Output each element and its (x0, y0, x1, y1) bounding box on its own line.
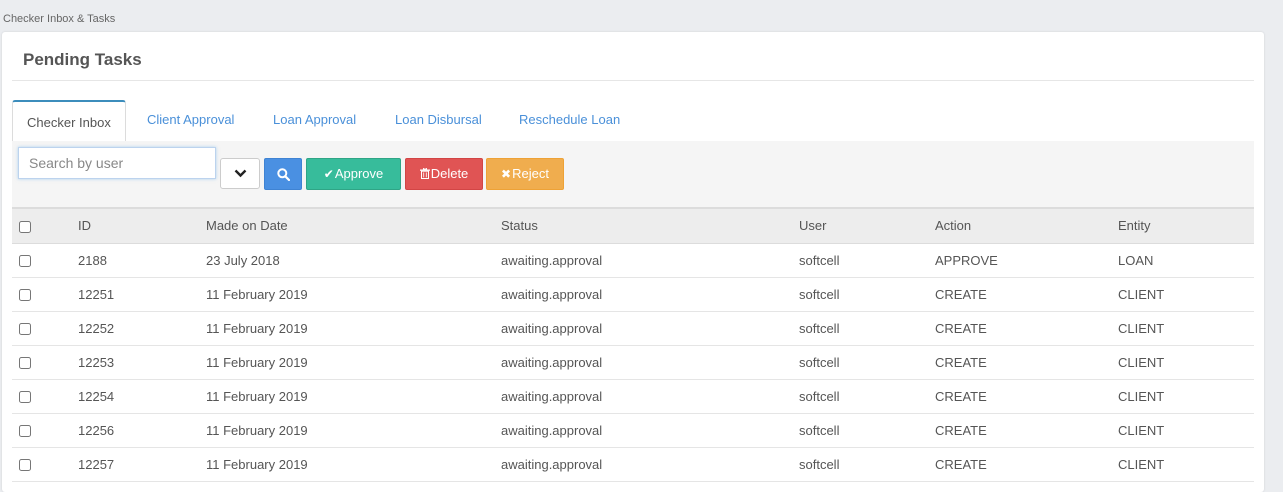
check-icon: ✔ (323, 167, 334, 181)
cell-entity: CLIENT (1118, 388, 1165, 404)
cell-status: awaiting.approval (501, 456, 603, 472)
cell-status: awaiting.approval (501, 422, 603, 438)
row-select-cell (12, 243, 78, 277)
row-checkbox[interactable] (19, 255, 31, 268)
cell-status: awaiting.approval (501, 320, 603, 336)
row-checkbox[interactable] (19, 459, 31, 472)
title-divider (12, 80, 1254, 81)
column-header-user: User (799, 207, 935, 244)
approve-button-label: Approve (334, 166, 384, 181)
cell-made-on-date: 11 February 2019 (206, 456, 308, 472)
filter-dropdown-button[interactable] (220, 158, 260, 189)
reject-button[interactable]: ✖Reject (486, 158, 564, 190)
cell-action: APPROVE (935, 252, 998, 268)
cell-action: CREATE (935, 354, 987, 370)
table-row[interactable]: 12257 11 February 2019 awaiting.approval so… (12, 447, 1254, 481)
cell-status: awaiting.approval (501, 354, 603, 370)
cell-action: CREATE (935, 320, 987, 336)
tab-client-approval[interactable]: Client Approval (147, 100, 234, 141)
tab-loan-disbursal[interactable]: Loan Disbursal (395, 100, 482, 141)
cell-id: 12253 (78, 354, 115, 370)
tasks-table: ID Made on Date Status User Action Entit… (12, 207, 1254, 482)
close-icon: ✖ (501, 167, 512, 181)
search-icon (277, 168, 290, 181)
delete-button[interactable]: Delete (405, 158, 483, 190)
cell-entity: CLIENT (1118, 422, 1165, 438)
cell-user: softcell (799, 252, 840, 268)
cell-entity: CLIENT (1118, 320, 1165, 336)
row-checkbox[interactable] (19, 391, 31, 404)
tab-checker-inbox[interactable]: Checker Inbox (12, 100, 126, 143)
cell-made-on-date: 11 February 2019 (206, 286, 308, 302)
cell-user: softcell (799, 456, 840, 472)
column-header-entity: Entity (1118, 207, 1254, 244)
tab-reschedule-loan[interactable]: Reschedule Loan (519, 100, 620, 141)
table-row[interactable]: 12253 11 February 2019 awaiting.approval so… (12, 345, 1254, 379)
cell-status: awaiting.approval (501, 286, 603, 302)
cell-user: softcell (799, 422, 840, 438)
row-checkbox[interactable] (19, 289, 31, 302)
cell-action: CREATE (935, 388, 987, 404)
cell-entity: LOAN (1118, 252, 1154, 268)
cell-user: softcell (799, 320, 840, 336)
row-select-cell (12, 345, 78, 379)
breadcrumb: Checker Inbox & Tasks (3, 13, 116, 25)
cell-id: 12257 (78, 456, 115, 472)
cell-action: CREATE (935, 456, 987, 472)
column-header-status: Status (501, 207, 799, 244)
table-row[interactable]: 12254 11 February 2019 awaiting.approval so… (12, 379, 1254, 413)
cell-id: 12251 (78, 286, 115, 302)
cell-made-on-date: 11 February 2019 (206, 422, 308, 438)
cell-entity: CLIENT (1118, 286, 1165, 302)
table-row[interactable]: 12256 11 February 2019 awaiting.approval so… (12, 413, 1254, 447)
cell-made-on-date: 11 February 2019 (206, 320, 308, 336)
cell-id: 2188 (78, 252, 107, 268)
trash-icon (419, 159, 430, 189)
column-header-id: ID (78, 207, 206, 244)
cell-made-on-date: 11 February 2019 (206, 354, 308, 370)
tab-bar: Checker Inbox Client Approval Loan Appro… (12, 100, 1254, 143)
cell-status: awaiting.approval (501, 252, 603, 268)
cell-user: softcell (799, 388, 840, 404)
row-select-cell (12, 379, 78, 413)
toolbar: ✔Approve Delete ✖Reject (12, 141, 1254, 207)
cell-made-on-date: 11 February 2019 (206, 388, 308, 404)
row-checkbox[interactable] (19, 323, 31, 336)
cell-action: CREATE (935, 286, 987, 302)
cell-action: CREATE (935, 422, 987, 438)
table-header-row: ID Made on Date Status User Action Entit… (12, 207, 1254, 244)
search-input[interactable] (18, 147, 216, 179)
tab-loan-approval[interactable]: Loan Approval (273, 100, 356, 141)
row-checkbox[interactable] (19, 357, 31, 370)
approve-button[interactable]: ✔Approve (306, 158, 401, 190)
row-checkbox[interactable] (19, 425, 31, 438)
cell-id: 12252 (78, 320, 115, 336)
pending-tasks-panel: Pending Tasks Checker Inbox Client Appro… (2, 32, 1264, 492)
delete-button-label: Delete (430, 166, 469, 181)
cell-id: 12254 (78, 388, 115, 404)
cell-entity: CLIENT (1118, 456, 1165, 472)
table-row[interactable]: 2188 23 July 2018 awaiting.approval softcel… (12, 243, 1254, 277)
table-row[interactable]: 12251 11 February 2019 awaiting.approval so… (12, 277, 1254, 311)
column-header-made-on-date: Made on Date (206, 207, 501, 244)
table-row[interactable]: 12252 11 February 2019 awaiting.approval so… (12, 311, 1254, 345)
select-all-checkbox[interactable] (19, 220, 31, 233)
cell-entity: CLIENT (1118, 354, 1165, 370)
row-select-cell (12, 447, 78, 481)
search-button[interactable] (264, 158, 302, 190)
chevron-down-icon (234, 169, 247, 178)
row-select-cell (12, 277, 78, 311)
cell-made-on-date: 23 July 2018 (206, 252, 280, 268)
row-select-cell (12, 311, 78, 345)
select-all-cell (12, 207, 78, 244)
reject-button-label: Reject (512, 166, 549, 181)
cell-user: softcell (799, 286, 840, 302)
row-select-cell (12, 413, 78, 447)
cell-id: 12256 (78, 422, 115, 438)
cell-status: awaiting.approval (501, 388, 603, 404)
cell-user: softcell (799, 354, 840, 370)
column-header-action: Action (935, 207, 1118, 244)
page-title: Pending Tasks (23, 50, 142, 69)
